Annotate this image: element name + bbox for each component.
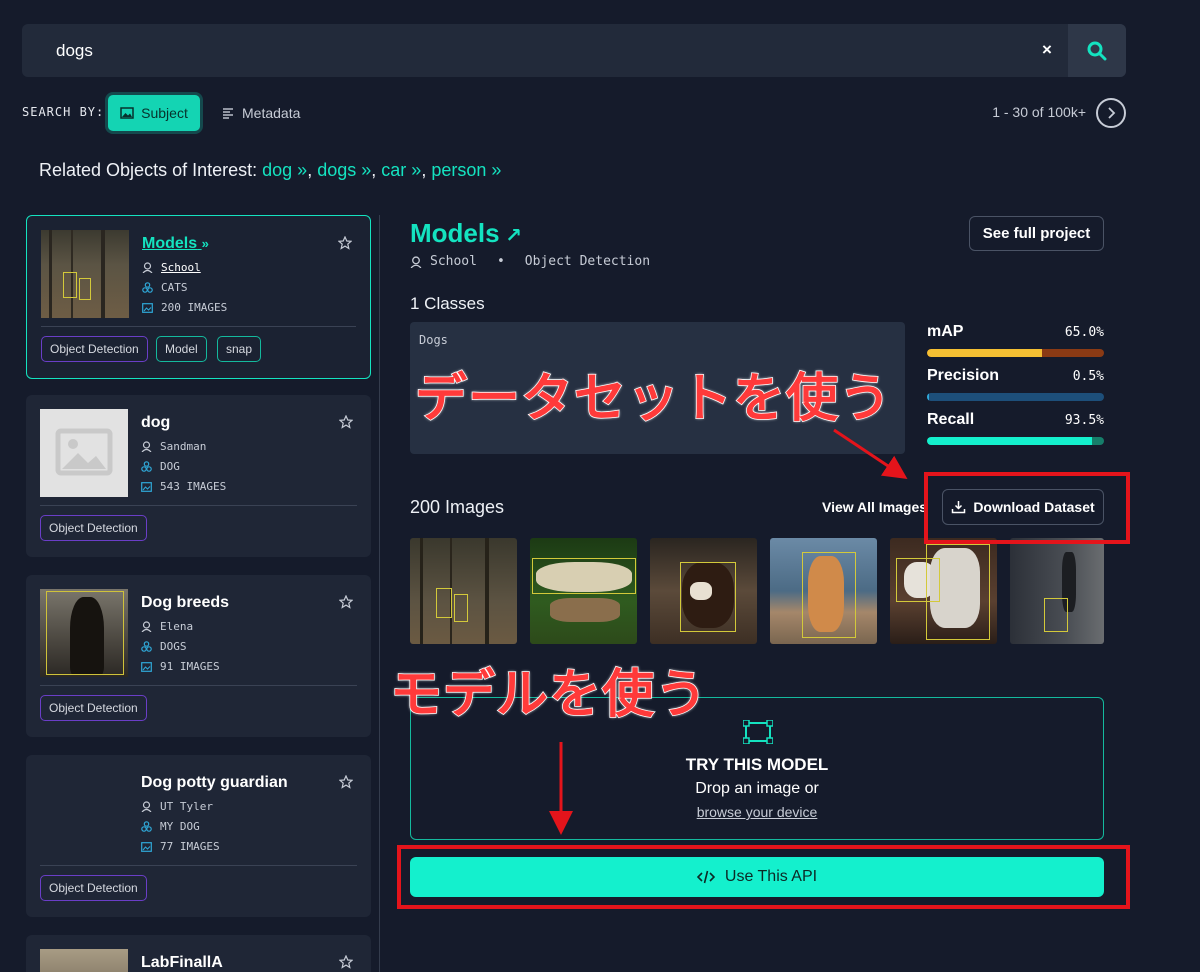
annotation-arrows	[549, 428, 908, 835]
annotation-arrow	[833, 428, 908, 479]
